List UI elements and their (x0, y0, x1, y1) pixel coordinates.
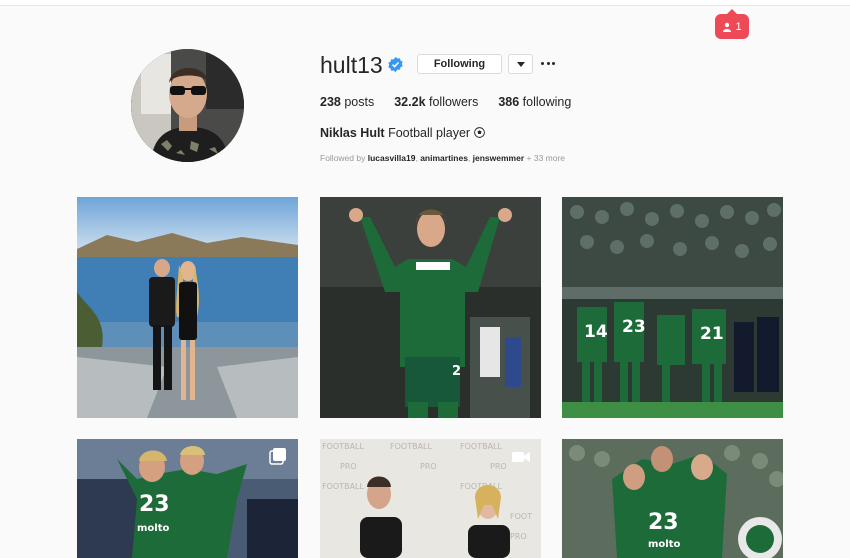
followed-by-more[interactable]: + 33 more (527, 153, 566, 163)
svg-text:PRO: PRO (490, 462, 507, 471)
profile-bio: Niklas Hult Football player (320, 126, 485, 140)
post-beach-couple[interactable] (77, 197, 298, 418)
notification-count: 1 (735, 20, 742, 33)
post-football-pro-interview[interactable]: FOOTBALL FOOTBALL FOOTBALL PRO PRO PRO FOOTB… (320, 439, 541, 558)
suggestions-dropdown-button[interactable] (508, 54, 533, 74)
svg-text:PRO: PRO (420, 462, 437, 471)
svg-text:23: 23 (648, 510, 679, 535)
profile-stats: 238 posts 32.2k followers 386 following (320, 95, 591, 109)
svg-text:FOOTBALL: FOOTBALL (322, 482, 365, 491)
person-icon (723, 22, 732, 32)
post-team-celebration[interactable]: 23 molto (562, 439, 783, 558)
svg-text:FOOTBALL: FOOTBALL (322, 442, 365, 451)
svg-text:molto: molto (648, 539, 680, 550)
profile-avatar[interactable] (131, 49, 244, 162)
posts-count: 238 posts (320, 95, 375, 109)
followed-by-line: Followed by lucasvilla19, animartines, j… (320, 153, 566, 163)
followed-by-user[interactable]: jenswemmer (473, 153, 525, 163)
followers-count[interactable]: 32.2k followers (394, 95, 478, 109)
post-celebrating-player[interactable]: 2 (320, 197, 541, 418)
video-icon (512, 452, 530, 462)
chevron-down-icon (516, 61, 525, 67)
followed-by-user[interactable]: lucasvilla19 (368, 153, 416, 163)
post-team-hug[interactable]: 23 molto (77, 439, 298, 558)
svg-text:PRO: PRO (340, 462, 357, 471)
following-button[interactable]: Following (417, 54, 502, 74)
svg-text:2: 2 (452, 364, 461, 379)
carousel-icon (269, 448, 286, 465)
svg-text:FOOT: FOOT (510, 512, 532, 521)
svg-text:PRO: PRO (510, 532, 527, 541)
more-options-icon[interactable] (541, 58, 555, 68)
soccer-ball-icon (473, 127, 485, 138)
svg-text:FOOTBALL: FOOTBALL (390, 442, 433, 451)
svg-text:FOOTBALL: FOOTBALL (460, 442, 503, 451)
profile-username: hult13 (320, 52, 383, 78)
svg-text:23: 23 (622, 317, 646, 337)
top-navigation-bar (0, 0, 850, 6)
following-count[interactable]: 386 following (498, 95, 571, 109)
profile-bio-text: Football player (388, 126, 471, 140)
post-team-crowd[interactable]: 14 23 21 (562, 197, 783, 418)
followed-by-user[interactable]: animartines (420, 153, 468, 163)
svg-text:14: 14 (584, 322, 608, 342)
follow-notification-badge[interactable]: 1 (715, 9, 749, 39)
profile-full-name: Niklas Hult (320, 126, 385, 140)
svg-text:21: 21 (700, 324, 724, 344)
verified-badge-icon (388, 57, 403, 72)
svg-text:23: 23 (139, 492, 170, 517)
svg-text:molto: molto (137, 523, 169, 534)
